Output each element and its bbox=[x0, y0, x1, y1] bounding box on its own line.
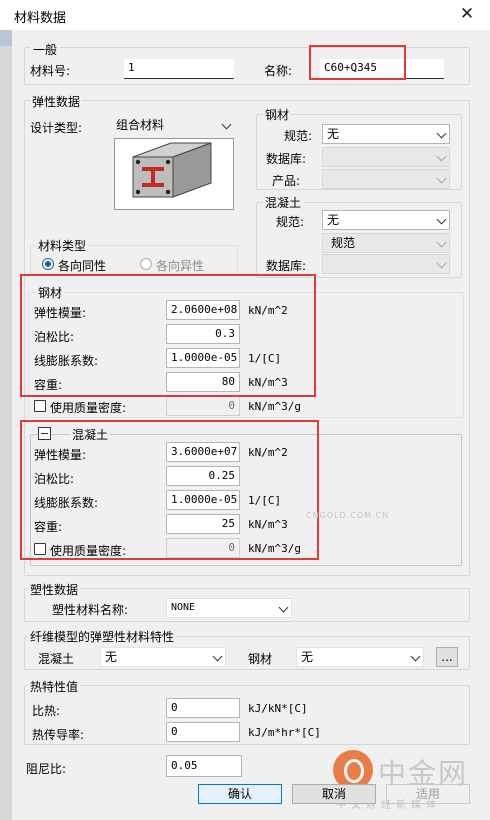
steel-product-label: 产品: bbox=[272, 174, 301, 188]
plastic-name-label: 塑性材料名称: bbox=[52, 603, 129, 617]
fiber-more-button[interactable]: ... bbox=[436, 647, 458, 667]
material-no-label: 材料号: bbox=[30, 64, 71, 78]
section-preview bbox=[114, 138, 234, 210]
steel-spec-value: 无 bbox=[327, 127, 340, 141]
concrete-spec-label: 规范: bbox=[276, 215, 305, 229]
concrete-db-label: 数据库: bbox=[266, 259, 307, 273]
thermal-group-label: 热特性值 bbox=[28, 678, 81, 695]
elastic-group-label: 弹性数据 bbox=[30, 93, 83, 110]
watermark-url: CNGOLD.COM.CN bbox=[306, 511, 390, 520]
fiber-steel-select[interactable]: 无 bbox=[296, 647, 424, 667]
steel-mass-label: 使用质量密度: bbox=[50, 401, 127, 415]
fiber-concrete-label: 混凝土 bbox=[38, 652, 75, 666]
steel-spec-label: 规范: bbox=[284, 129, 313, 143]
steel-db-select[interactable] bbox=[322, 147, 450, 167]
material-no-input[interactable]: 1 bbox=[124, 59, 234, 79]
damping-label: 阻尼比: bbox=[26, 762, 67, 776]
chevron-down-icon bbox=[436, 151, 447, 162]
ok-button[interactable]: 确认 bbox=[198, 784, 282, 804]
steel-mass-input[interactable]: 0 bbox=[166, 396, 240, 416]
anisotropic-label: 各向异性 bbox=[156, 259, 205, 273]
chevron-down-icon bbox=[436, 214, 447, 225]
isotropic-label: 各向同性 bbox=[58, 259, 107, 273]
conductivity-unit: kJ/m*hr*[C] bbox=[248, 726, 321, 739]
fiber-group-label: 纤维模型的弹塑性材料特性 bbox=[28, 628, 177, 645]
concrete-spec-value: 无 bbox=[327, 213, 340, 227]
close-icon[interactable]: ✕ bbox=[456, 3, 478, 25]
specific-heat-label: 比热: bbox=[32, 704, 61, 718]
fiber-steel-value: 无 bbox=[301, 650, 314, 664]
concrete-spec2-select[interactable]: 规范 bbox=[322, 233, 450, 253]
chevron-down-icon bbox=[436, 258, 447, 269]
anisotropic-radio[interactable] bbox=[140, 258, 152, 270]
steel-highlight-box bbox=[20, 274, 316, 397]
name-highlight-box bbox=[309, 45, 406, 80]
material-type-label: 材料类型 bbox=[36, 237, 89, 254]
conductivity-input[interactable]: 0 bbox=[166, 722, 240, 742]
plastic-group-label: 塑性数据 bbox=[28, 581, 81, 598]
cancel-button[interactable]: 取消 bbox=[292, 784, 376, 804]
chevron-down-icon bbox=[436, 128, 447, 139]
specific-heat-input[interactable]: 0 bbox=[166, 698, 240, 718]
design-type-select[interactable]: 组合材料 bbox=[112, 116, 234, 136]
steel-product-select[interactable] bbox=[322, 169, 450, 189]
thermal-group bbox=[24, 685, 470, 745]
title-bar bbox=[0, 0, 490, 30]
design-type-label: 设计类型: bbox=[30, 121, 83, 135]
steel-spec-group-label: 钢材 bbox=[263, 106, 292, 123]
specific-heat-unit: kJ/kN*[C] bbox=[248, 702, 308, 715]
fiber-concrete-value: 无 bbox=[105, 650, 118, 664]
conductivity-label: 热传导率: bbox=[32, 728, 85, 742]
composite-section-icon bbox=[132, 142, 212, 198]
concrete-spec-group-label: 混凝土 bbox=[263, 194, 304, 211]
steel-mass-unit: kN/m^3/g bbox=[248, 400, 301, 413]
name-label: 名称: bbox=[264, 64, 293, 78]
plastic-name-select[interactable]: NONE bbox=[166, 598, 292, 618]
chevron-down-icon bbox=[278, 602, 289, 613]
general-group-label: 一般 bbox=[30, 41, 61, 58]
window-title: 材料数据 bbox=[14, 11, 67, 26]
chevron-down-icon bbox=[212, 651, 223, 662]
chevron-down-icon bbox=[436, 173, 447, 184]
chevron-down-icon bbox=[410, 651, 421, 662]
fiber-steel-label: 钢材 bbox=[248, 652, 273, 666]
plastic-name-value: NONE bbox=[171, 602, 196, 613]
fiber-concrete-select[interactable]: 无 bbox=[100, 647, 226, 667]
damping-input[interactable]: 0.05 bbox=[166, 755, 242, 777]
background-window-tab bbox=[0, 30, 12, 46]
concrete-spec2-label: 规范 bbox=[331, 236, 356, 250]
steel-db-label: 数据库: bbox=[266, 152, 307, 166]
chevron-down-icon bbox=[221, 119, 232, 130]
design-type-value: 组合材料 bbox=[116, 118, 165, 132]
concrete-db-select[interactable] bbox=[322, 254, 450, 274]
concrete-spec-select[interactable]: 无 bbox=[322, 210, 450, 230]
concrete-highlight-box bbox=[20, 420, 319, 560]
background-window-strip bbox=[0, 30, 12, 820]
apply-button[interactable]: 适用 bbox=[386, 784, 470, 804]
steel-mass-checkbox[interactable] bbox=[34, 400, 46, 412]
isotropic-radio[interactable] bbox=[42, 258, 54, 270]
chevron-down-icon bbox=[436, 237, 447, 248]
steel-spec-select[interactable]: 无 bbox=[322, 124, 450, 144]
